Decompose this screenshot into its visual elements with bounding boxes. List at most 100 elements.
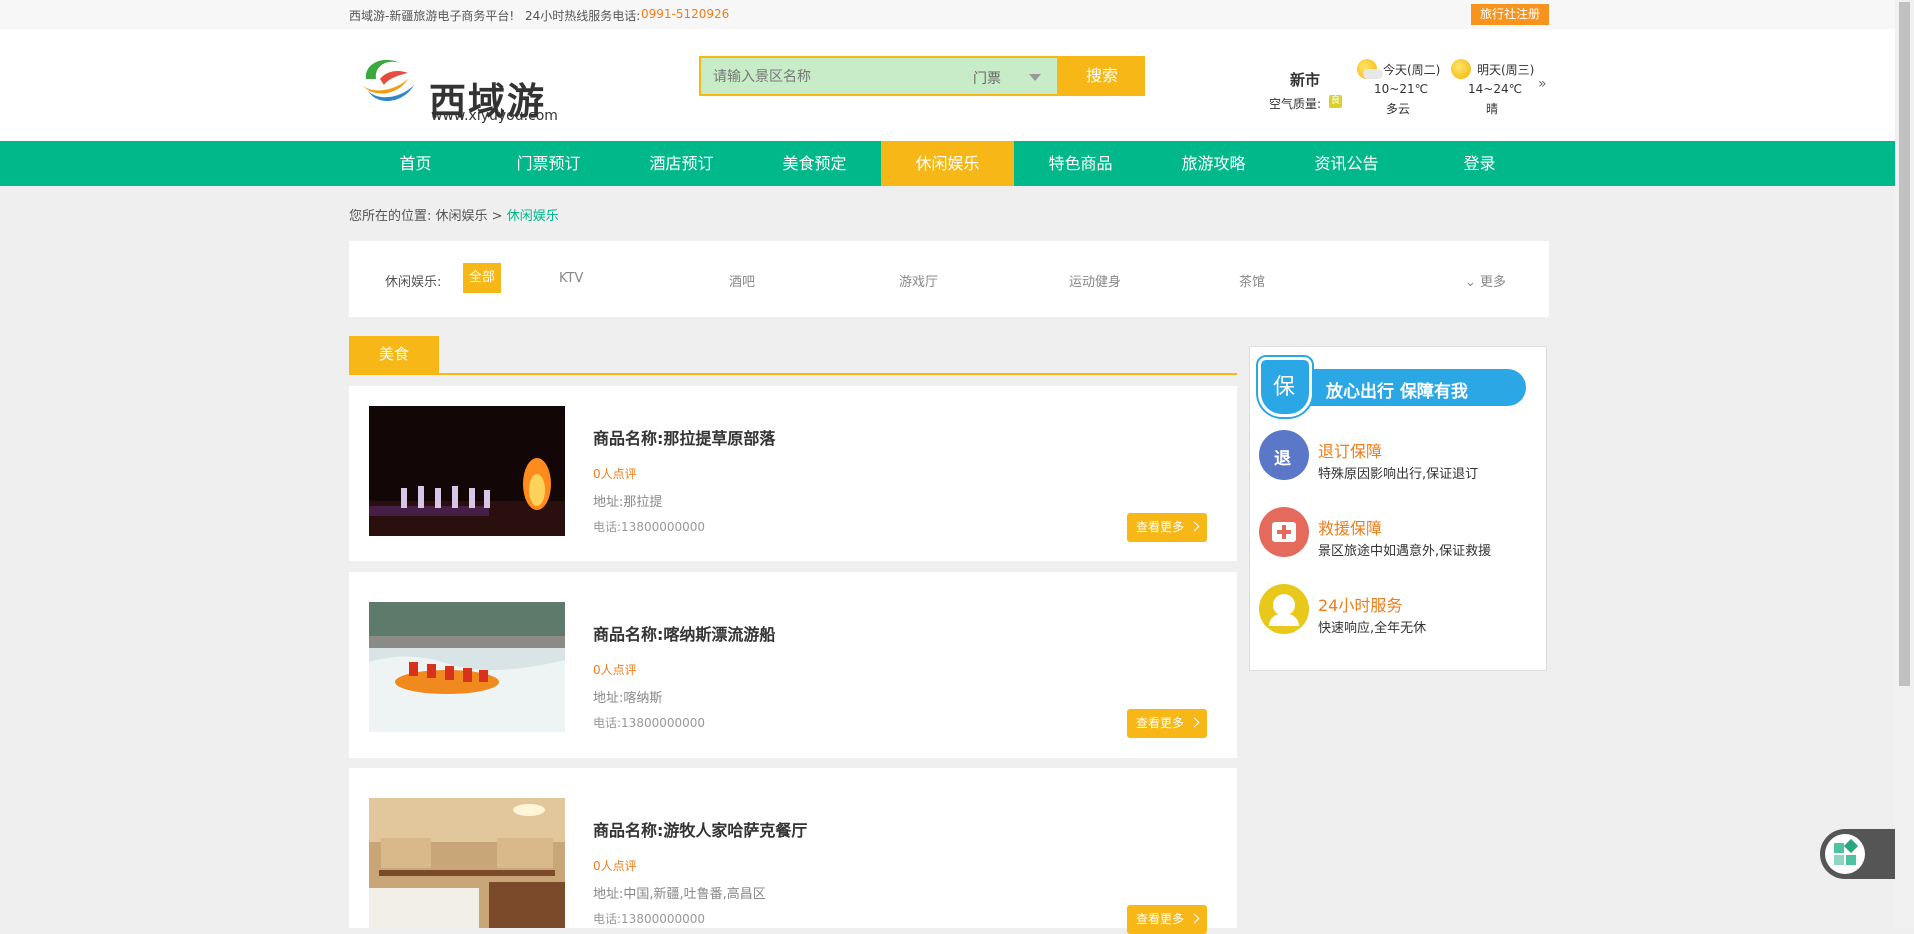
- nav-item-hotels[interactable]: 酒店预订: [615, 141, 748, 186]
- guarantee-service: 24小时服务 快速响应,全年无休: [1259, 584, 1539, 640]
- nav-item-leisure[interactable]: 休闲娱乐: [881, 141, 1014, 186]
- city-name[interactable]: 新市: [1290, 69, 1320, 90]
- shield-label: 保: [1273, 375, 1296, 400]
- apps-icon: [1825, 834, 1865, 874]
- weather-day: 明天(周三): [1477, 63, 1535, 77]
- site-tagline: 西域游-新疆旅游电子商务平台!: [349, 9, 515, 23]
- nav-item-tickets[interactable]: 门票预订: [482, 141, 615, 186]
- chevron-right-icon: [1189, 913, 1200, 924]
- nav-item-specialties[interactable]: 特色商品: [1014, 141, 1147, 186]
- shield-icon: 保: [1258, 357, 1312, 417]
- nav-item-home[interactable]: 首页: [349, 141, 482, 186]
- chevron-down-icon[interactable]: [1029, 74, 1041, 81]
- list-item: 商品名称:那拉提草原部落 0人点评 地址:那拉提 电话:13800000000 …: [349, 386, 1237, 561]
- top-bar: 西域游-新疆旅游电子商务平台! 24小时热线服务电话: 0991-5120926…: [0, 0, 1895, 30]
- first-aid-icon: [1259, 507, 1309, 557]
- logo-url: www.xiyuyou.com: [431, 108, 558, 124]
- weather-temp: 14~24℃: [1468, 82, 1523, 96]
- filter-option-fitness[interactable]: 运动健身: [1069, 271, 1121, 290]
- section-tab: 美食: [349, 336, 439, 373]
- chevron-down-icon: ⌄: [1465, 275, 1476, 290]
- item-name[interactable]: 商品名称:游牧人家哈萨克餐厅: [593, 817, 807, 841]
- item-image[interactable]: [369, 602, 565, 732]
- category-filter: 休闲娱乐: 全部 KTV 酒吧 游戏厅 运动健身 茶馆 ⌄ 更多: [349, 241, 1549, 317]
- filter-option-arcade[interactable]: 游戏厅: [899, 271, 938, 290]
- item-reviews[interactable]: 0人点评: [593, 857, 637, 874]
- search-type-select[interactable]: 门票: [973, 68, 1001, 88]
- guarantee-rescue: 救援保障 景区旅途中如遇意外,保证救援: [1259, 507, 1539, 563]
- filter-more-button[interactable]: ⌄ 更多: [1465, 271, 1506, 290]
- weather-more-icon[interactable]: »: [1538, 76, 1547, 92]
- guarantee-title: 24小时服务: [1318, 596, 1403, 615]
- air-quality-label: 空气质量:: [1269, 97, 1322, 111]
- filter-label: 休闲娱乐:: [385, 275, 442, 290]
- nav-item-guides[interactable]: 旅游攻略: [1147, 141, 1280, 186]
- guarantee-title: 救援保障: [1318, 519, 1383, 538]
- chevron-right-icon: [1189, 521, 1200, 532]
- hotline-label: 24小时热线服务电话:: [525, 9, 641, 23]
- hotline-number: 0991-5120926: [641, 7, 730, 21]
- list-item: 商品名称:喀纳斯漂流游船 0人点评 地址:喀纳斯 电话:13800000000 …: [349, 572, 1237, 758]
- scrollbar-thumb[interactable]: [1899, 2, 1910, 686]
- guarantee-refund: 退 退订保障 特殊原因影响出行,保证退订: [1259, 430, 1539, 486]
- site-logo[interactable]: 西域游 www.xiyuyou.com: [358, 49, 558, 124]
- breadcrumb: 您所在的位置: 休闲娱乐 > 休闲娱乐: [349, 205, 559, 224]
- view-more-label: 查看更多: [1136, 716, 1185, 730]
- header: 西域游 www.xiyuyou.com 门票 搜索 新市 空气质量: 良 今天(…: [0, 29, 1895, 141]
- list-item: 商品名称:游牧人家哈萨克餐厅 0人点评 地址:中国,新疆,吐鲁番,高昌区 电话:…: [349, 768, 1237, 934]
- agency-register-button[interactable]: 旅行社注册: [1470, 4, 1549, 25]
- item-address: 地址:喀纳斯: [593, 691, 663, 706]
- weather-today: 今天(周二) 10~21℃ 多云: [1357, 59, 1447, 119]
- filter-option-teahouse[interactable]: 茶馆: [1239, 271, 1265, 290]
- search-button[interactable]: 搜索: [1059, 56, 1145, 96]
- weather-desc: 晴: [1485, 102, 1498, 116]
- filter-option-bar[interactable]: 酒吧: [729, 271, 755, 290]
- nav-item-food[interactable]: 美食预定: [748, 141, 881, 186]
- logo-icon: [362, 59, 414, 102]
- air-quality-badge: 良: [1329, 95, 1342, 108]
- floating-widget-button[interactable]: [1820, 829, 1895, 879]
- main-nav: 首页 门票预订 酒店预订 美食预定 休闲娱乐 特色商品 旅游攻略 资讯公告 登录: [0, 141, 1895, 186]
- filter-option-all[interactable]: 全部: [463, 263, 502, 293]
- breadcrumb-parent[interactable]: 休闲娱乐 >: [436, 209, 503, 224]
- guarantee-banner-text: 放心出行 保障有我: [1326, 382, 1468, 402]
- guarantee-panel: 放心出行 保障有我 保 退 退订保障 特殊原因影响出行,保证退订 救援保障 景区…: [1249, 346, 1547, 671]
- section-divider: [349, 373, 1237, 375]
- guarantee-title: 退订保障: [1318, 442, 1383, 461]
- weather-tomorrow: 明天(周三) 14~24℃ 晴: [1451, 59, 1541, 119]
- view-more-button[interactable]: 查看更多: [1127, 709, 1207, 738]
- page-scrollbar[interactable]: [1895, 0, 1914, 928]
- sun-icon: [1451, 59, 1471, 79]
- refund-icon-label: 退: [1274, 449, 1291, 469]
- item-image[interactable]: [369, 406, 565, 536]
- item-image[interactable]: [369, 798, 565, 928]
- breadcrumb-prefix: 您所在的位置:: [349, 209, 432, 224]
- item-address: 地址:中国,新疆,吐鲁番,高昌区: [593, 887, 766, 902]
- headset-icon: [1259, 584, 1309, 634]
- item-name[interactable]: 商品名称:那拉提草原部落: [593, 425, 775, 449]
- nav-item-news[interactable]: 资讯公告: [1280, 141, 1413, 186]
- guarantee-desc: 特殊原因影响出行,保证退订: [1318, 467, 1479, 482]
- breadcrumb-current: 休闲娱乐: [506, 209, 559, 224]
- item-name[interactable]: 商品名称:喀纳斯漂流游船: [593, 621, 775, 645]
- search-input[interactable]: [711, 67, 955, 85]
- item-reviews[interactable]: 0人点评: [593, 465, 637, 482]
- refund-icon: 退: [1259, 430, 1309, 480]
- weather-desc: 多云: [1385, 102, 1410, 116]
- view-more-label: 查看更多: [1136, 520, 1185, 534]
- view-more-button[interactable]: 查看更多: [1127, 905, 1207, 934]
- chevron-right-icon: [1189, 717, 1200, 728]
- item-phone: 电话:13800000000: [593, 716, 706, 730]
- item-address: 地址:那拉提: [593, 495, 663, 510]
- weather-day: 今天(周二): [1383, 63, 1441, 77]
- item-phone: 电话:13800000000: [593, 520, 706, 534]
- guarantee-desc: 快速响应,全年无休: [1318, 621, 1427, 636]
- filter-more-label: 更多: [1480, 275, 1507, 290]
- view-more-button[interactable]: 查看更多: [1127, 513, 1207, 542]
- item-reviews[interactable]: 0人点评: [593, 661, 637, 678]
- guarantee-desc: 景区旅途中如遇意外,保证救援: [1318, 544, 1492, 559]
- search-field: 门票: [699, 56, 1059, 96]
- filter-option-ktv[interactable]: KTV: [559, 271, 583, 286]
- item-phone: 电话:13800000000: [593, 912, 706, 926]
- nav-item-login[interactable]: 登录: [1413, 141, 1546, 186]
